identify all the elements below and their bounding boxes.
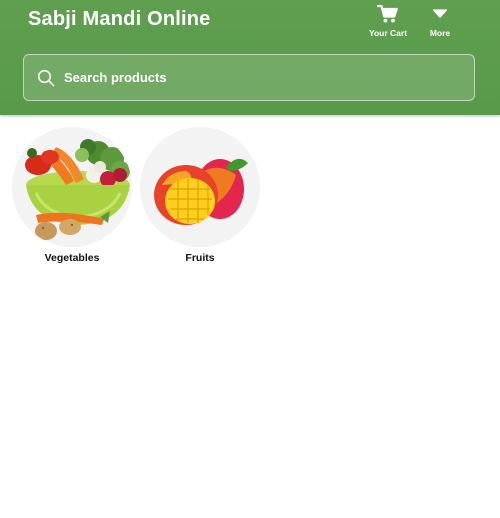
cart-icon [377, 4, 398, 23]
category-label-vegetables: Vegetables [44, 252, 100, 264]
category-fruits[interactable]: Fruits [140, 127, 260, 264]
your-cart-label: Your Cart [368, 28, 408, 38]
search-icon [37, 69, 55, 87]
caret-down-icon [432, 9, 448, 18]
vegetable-basket-image [12, 127, 132, 247]
app-header: Sabji Mandi Online Your Cart More [0, 0, 500, 115]
mango-image [140, 127, 260, 247]
category-vegetables[interactable]: Vegetables [12, 127, 132, 264]
more-label: More [429, 28, 451, 38]
search-bar [23, 54, 475, 101]
category-label-fruits: Fruits [185, 252, 215, 264]
more-menu-button[interactable]: More [415, 4, 465, 40]
your-cart-button[interactable]: Your Cart [363, 4, 413, 40]
app-title: Sabji Mandi Online [28, 8, 211, 30]
search-input[interactable] [64, 55, 464, 100]
